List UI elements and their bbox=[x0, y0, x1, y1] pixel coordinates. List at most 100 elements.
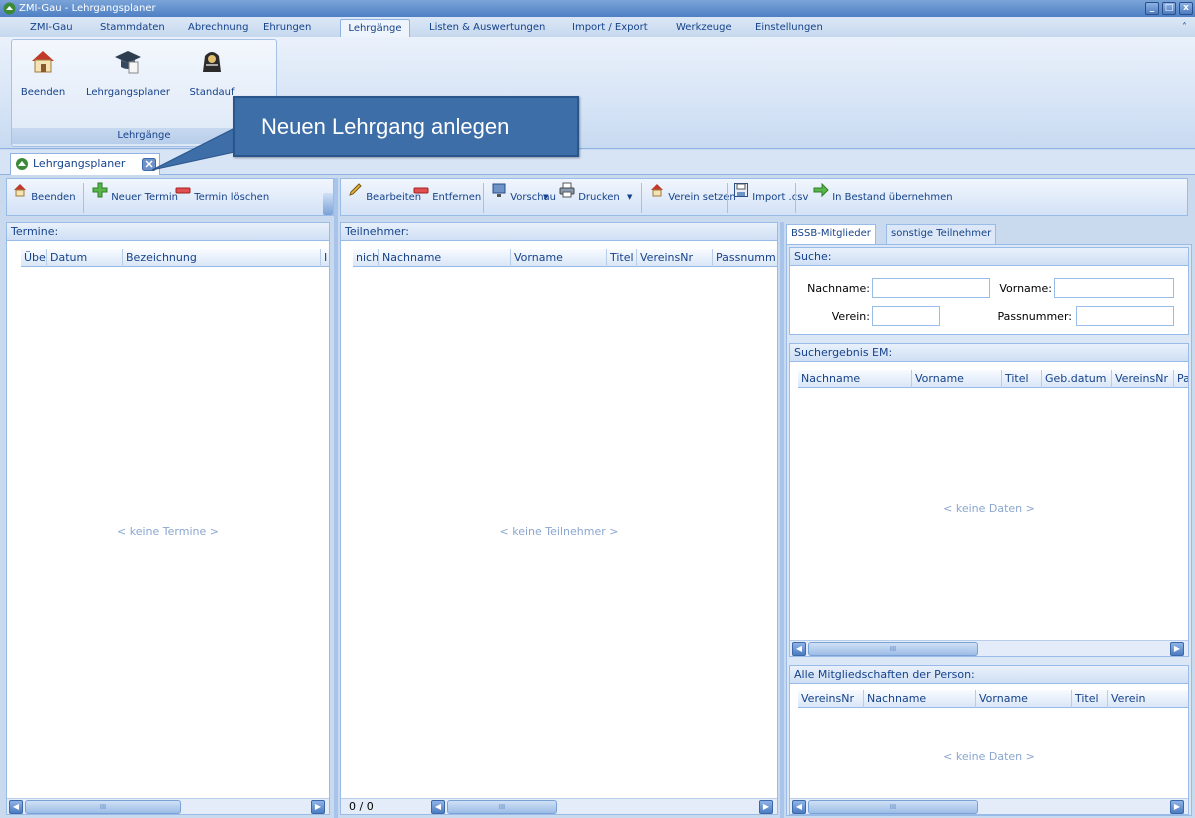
column-nachname[interactable]: Nachname bbox=[798, 370, 912, 388]
teilnehmer-column-header: nich Nachname Vorname Titel VereinsNr Pa… bbox=[353, 249, 777, 267]
column-nachname[interactable]: Nachname bbox=[379, 249, 511, 267]
mitgliedschaften-column-header: VereinsNr Nachname Vorname Titel Verein bbox=[798, 690, 1188, 708]
arrow-right-icon bbox=[813, 182, 829, 198]
middle-toolbar: Bearbeiten Entfernen Vorschau ▼ Drucken … bbox=[340, 178, 1188, 216]
scroll-right-icon[interactable]: ▶ bbox=[311, 800, 325, 814]
scroll-right-icon[interactable]: ▶ bbox=[1170, 800, 1184, 814]
column-vereinsnr[interactable]: VereinsNr bbox=[637, 249, 713, 267]
scroll-thumb[interactable]: III bbox=[808, 800, 978, 814]
suchergebnis-header: Suchergebnis EM: bbox=[790, 344, 1188, 362]
tab-sonstige-teilnehmer[interactable]: sonstige Teilnehmer bbox=[886, 224, 997, 244]
minimize-button[interactable]: _ bbox=[1145, 2, 1159, 15]
tab-zmi-gau[interactable]: ZMI-Gau bbox=[26, 19, 77, 37]
right-splitter[interactable] bbox=[780, 222, 784, 818]
tab-einstellungen[interactable]: Einstellungen bbox=[751, 19, 827, 37]
termin-loeschen-button[interactable]: Termin löschen bbox=[175, 182, 269, 203]
column-vorname[interactable]: Vorname bbox=[912, 370, 1002, 388]
column-nicht[interactable]: nich bbox=[353, 249, 379, 267]
drucken-button[interactable]: Drucken bbox=[559, 182, 620, 203]
column-passnummer[interactable]: Pa bbox=[1174, 370, 1188, 388]
import-csv-button[interactable]: Import .csv bbox=[733, 182, 808, 203]
left-toolbar-overflow-button[interactable] bbox=[323, 193, 333, 215]
close-button[interactable]: x bbox=[1179, 2, 1193, 15]
left-toolbar: Beenden Neuer Termin Termin löschen bbox=[6, 178, 334, 216]
column-passnummer[interactable]: Passnumm bbox=[713, 249, 777, 267]
tab-werkzeuge[interactable]: Werkzeuge bbox=[672, 19, 736, 37]
ribbon-standauf-button[interactable]: Standauf bbox=[182, 46, 242, 98]
tab-abrechnung[interactable]: Abrechnung bbox=[184, 19, 252, 37]
tab-lehrgaenge[interactable]: Lehrgänge bbox=[340, 19, 410, 37]
nachname-label: Nachname: bbox=[807, 282, 870, 295]
column-vereinsnr[interactable]: VereinsNr bbox=[1112, 370, 1174, 388]
scroll-left-icon[interactable]: ◀ bbox=[431, 800, 445, 814]
bearbeiten-button[interactable]: Bearbeiten bbox=[347, 182, 421, 203]
ribbon-lehrgangsplaner-button[interactable]: Lehrgangsplaner bbox=[78, 46, 178, 98]
termin-loeschen-label: Termin löschen bbox=[194, 192, 270, 203]
tab-bssb-mitglieder[interactable]: BSSB-Mitglieder bbox=[786, 224, 876, 244]
tab-import-export[interactable]: Import / Export bbox=[568, 19, 652, 37]
mitgliedschaften-hscrollbar[interactable]: ◀ III ▶ bbox=[790, 798, 1188, 814]
scroll-thumb[interactable]: III bbox=[808, 642, 978, 656]
vorname-label: Vorname: bbox=[999, 282, 1052, 295]
scroll-left-icon[interactable]: ◀ bbox=[792, 800, 806, 814]
graduation-cap-icon bbox=[115, 51, 141, 74]
column-vereinsnr[interactable]: VereinsNr bbox=[798, 690, 864, 708]
document-tab-lehrgangsplaner[interactable]: Lehrgangsplaner bbox=[10, 153, 160, 175]
maximize-button[interactable]: □ bbox=[1162, 2, 1176, 15]
scroll-right-icon[interactable]: ▶ bbox=[1170, 642, 1184, 656]
monitor-icon bbox=[492, 183, 506, 197]
left-splitter[interactable] bbox=[334, 178, 338, 818]
teilnehmer-hscrollbar[interactable]: 0 / 0 ◀ III ▶ bbox=[341, 798, 777, 814]
verein-input[interactable] bbox=[872, 306, 940, 326]
passnummer-input[interactable] bbox=[1076, 306, 1174, 326]
entfernen-button[interactable]: Entfernen bbox=[413, 182, 481, 203]
neuer-termin-button[interactable]: Neuer Termin bbox=[92, 182, 178, 203]
column-vorname[interactable]: Vorname bbox=[976, 690, 1072, 708]
tab-ehrungen[interactable]: Ehrungen bbox=[259, 19, 315, 37]
ribbon-beenden-label: Beenden bbox=[20, 87, 66, 98]
column-bezeichnung[interactable]: Bezeichnung bbox=[123, 249, 321, 267]
ribbon-standauf-label: Standauf bbox=[189, 87, 235, 98]
suche-section: Suche: Nachname: Vorname: Verein: Passnu… bbox=[789, 247, 1189, 335]
vorschau-label: Vorschau bbox=[510, 192, 556, 203]
vorname-input[interactable] bbox=[1054, 278, 1174, 298]
callout-pointer bbox=[151, 127, 236, 171]
column-titel[interactable]: Titel bbox=[1072, 690, 1108, 708]
column-vorname[interactable]: Vorname bbox=[511, 249, 607, 267]
suchergebnis-hscrollbar[interactable]: ◀ III ▶ bbox=[790, 640, 1188, 656]
app-icon bbox=[3, 2, 16, 15]
scroll-left-icon[interactable]: ◀ bbox=[792, 642, 806, 656]
scroll-left-icon[interactable]: ◀ bbox=[9, 800, 23, 814]
column-verein[interactable]: Verein bbox=[1108, 690, 1188, 708]
app-icon bbox=[16, 158, 28, 170]
ribbon-lehrgangsplaner-label: Lehrgangsplaner bbox=[85, 87, 171, 98]
in-bestand-uebernehmen-button[interactable]: In Bestand übernehmen bbox=[813, 182, 953, 203]
column-datum[interactable]: Datum bbox=[47, 249, 123, 267]
ribbon-collapse-button[interactable]: ˄ bbox=[1178, 19, 1191, 37]
column-titel[interactable]: Titel bbox=[607, 249, 637, 267]
vorschau-button[interactable]: Vorschau bbox=[491, 182, 556, 203]
in-bestand-uebernehmen-label: In Bestand übernehmen bbox=[832, 192, 953, 203]
callout-text: Neuen Lehrgang anlegen bbox=[261, 114, 510, 139]
pencil-icon bbox=[349, 183, 362, 196]
mitgliedschaften-section: Alle Mitgliedschaften der Person: Verein… bbox=[789, 665, 1189, 815]
left-beenden-button[interactable]: Beenden bbox=[12, 182, 76, 203]
tab-listen-auswertungen[interactable]: Listen & Auswertungen bbox=[425, 19, 549, 37]
termine-hscrollbar[interactable]: ◀ III ▶ bbox=[7, 798, 329, 814]
right-panel: Suche: Nachname: Vorname: Verein: Passnu… bbox=[786, 244, 1192, 816]
tab-stammdaten[interactable]: Stammdaten bbox=[96, 19, 169, 37]
vorschau-dropdown-icon[interactable]: ▼ bbox=[543, 193, 548, 201]
column-uebe[interactable]: Übe bbox=[21, 249, 47, 267]
column-nachname[interactable]: Nachname bbox=[864, 690, 976, 708]
column-extra[interactable]: I bbox=[321, 249, 329, 267]
scroll-right-icon[interactable]: ▶ bbox=[759, 800, 773, 814]
printer-icon bbox=[559, 182, 575, 198]
ribbon-beenden-button[interactable]: Beenden bbox=[14, 46, 72, 98]
column-geb-datum[interactable]: Geb.datum bbox=[1042, 370, 1112, 388]
nachname-input[interactable] bbox=[872, 278, 990, 298]
drucken-dropdown-icon[interactable]: ▼ bbox=[627, 193, 632, 201]
scroll-thumb[interactable]: III bbox=[25, 800, 181, 814]
column-titel[interactable]: Titel bbox=[1002, 370, 1042, 388]
scroll-thumb[interactable]: III bbox=[447, 800, 557, 814]
verein-setzen-button[interactable]: Verein setzen bbox=[649, 182, 736, 203]
